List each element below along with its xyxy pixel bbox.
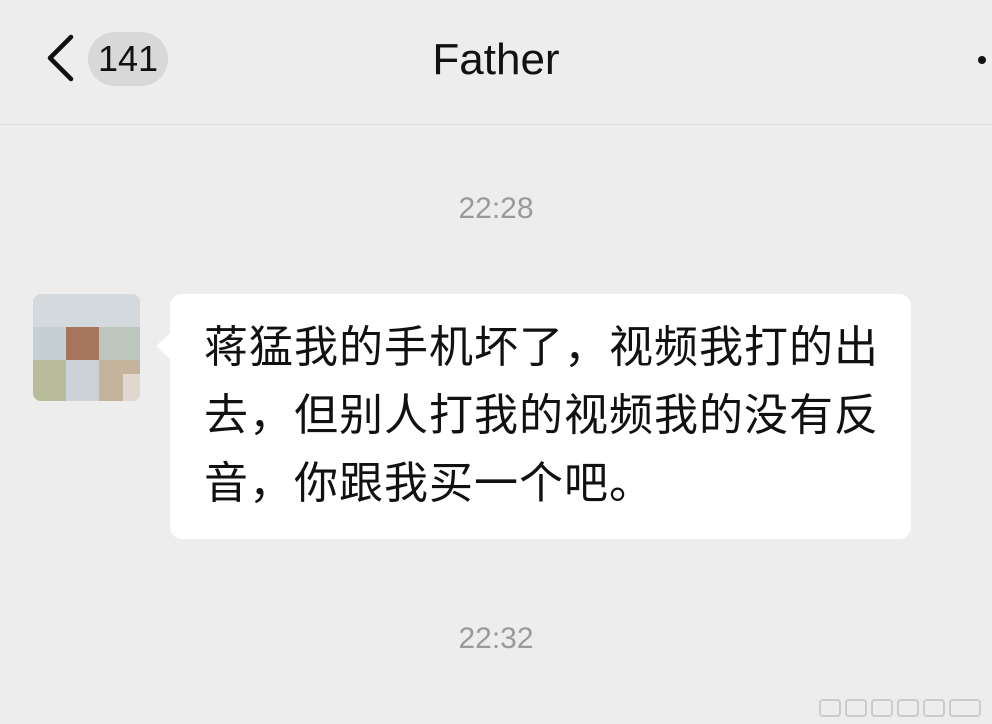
more-button[interactable] [974,40,992,80]
more-dots-icon [978,56,986,64]
chat-header: 141 Father [0,0,992,125]
message-bubble[interactable]: 蒋猛我的手机坏了，视频我打的出去，但别人打我的视频我的没有反音，你跟我买一个吧。 [156,294,911,539]
back-button[interactable] [40,34,80,86]
message-timestamp: 22:28 [458,192,534,225]
watermark [816,694,986,722]
chevron-left-icon [45,34,75,86]
pixelated-avatar-image [33,294,140,401]
message-timestamp: 22:32 [458,622,534,655]
avatar[interactable] [33,294,140,401]
chat-screen: 141 Father 22:28 蒋猛我的手机坏了，视频我打的出去，但别人打我的… [0,0,992,724]
unread-count-badge[interactable]: 141 [88,32,168,86]
message-text: 蒋猛我的手机坏了，视频我打的出去，但别人打我的视频我的没有反音，你跟我买一个吧。 [204,322,879,509]
